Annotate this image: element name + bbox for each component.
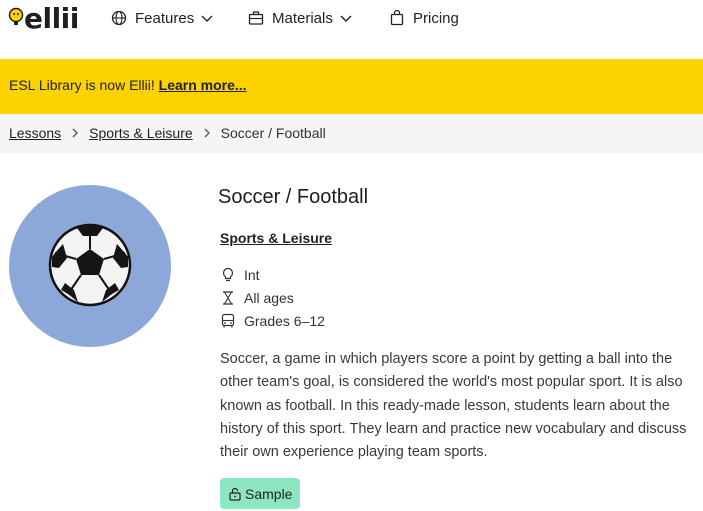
lock-open-icon (229, 487, 241, 501)
nav-features-label: Features (135, 9, 195, 27)
lesson-ages: All ages (220, 290, 294, 306)
lesson-grades-text: Grades 6–12 (244, 313, 325, 329)
lesson-ages-text: All ages (244, 290, 294, 306)
hourglass-icon (223, 291, 233, 305)
sample-button[interactable]: Sample (220, 478, 301, 509)
top-nav: ellii Features Materials Pricing (0, 0, 703, 58)
briefcase-icon (248, 11, 264, 25)
breadcrumb-current: Soccer / Football (220, 125, 326, 141)
ellii-logo[interactable]: ellii (8, 2, 79, 35)
lesson-description: Soccer, a game in which players score a … (220, 351, 687, 461)
chevron-right-icon (204, 128, 210, 138)
lightbulb-logo-icon (8, 7, 24, 25)
lightbulb-icon (222, 267, 234, 282)
nav-features[interactable]: Features (111, 8, 214, 28)
lesson-level-text: Int (244, 267, 260, 283)
banner-text: ESL Library is now Ellii! (9, 77, 159, 93)
learn-more-link[interactable]: Learn more... (159, 77, 247, 93)
lesson-image (9, 185, 171, 347)
lesson-title: Soccer / Football (218, 186, 369, 208)
sample-button-label: Sample (245, 485, 293, 502)
soccer-ball-icon (48, 223, 132, 307)
globe-icon (111, 10, 127, 26)
nav-pricing-label: Pricing (413, 9, 459, 27)
chevron-down-icon (201, 15, 213, 22)
lesson-level: Int (220, 267, 260, 283)
breadcrumb-lessons[interactable]: Lessons (9, 125, 61, 141)
logo-text: ellii (24, 2, 79, 35)
lesson-category-link[interactable]: Sports & Leisure (220, 230, 332, 246)
breadcrumb-items: Lessons Sports & Leisure Soccer / Footba… (9, 125, 326, 141)
nav-materials-label: Materials (272, 9, 333, 27)
school-bus-icon (221, 313, 235, 328)
nav-materials[interactable]: Materials (248, 8, 353, 28)
lesson-grades: Grades 6–12 (220, 313, 325, 329)
breadcrumb-sports-leisure[interactable]: Sports & Leisure (89, 125, 193, 141)
chevron-down-icon (340, 15, 352, 22)
banner-content: ESL Library is now Ellii! Learn more... (9, 77, 247, 93)
chevron-right-icon (72, 128, 79, 138)
nav-pricing[interactable]: Pricing (389, 8, 459, 28)
announcement-banner: ESL Library is now Ellii! Learn more... (0, 59, 703, 114)
breadcrumb: Lessons Sports & Leisure Soccer / Footba… (0, 114, 703, 153)
shopping-bag-icon (390, 10, 404, 26)
